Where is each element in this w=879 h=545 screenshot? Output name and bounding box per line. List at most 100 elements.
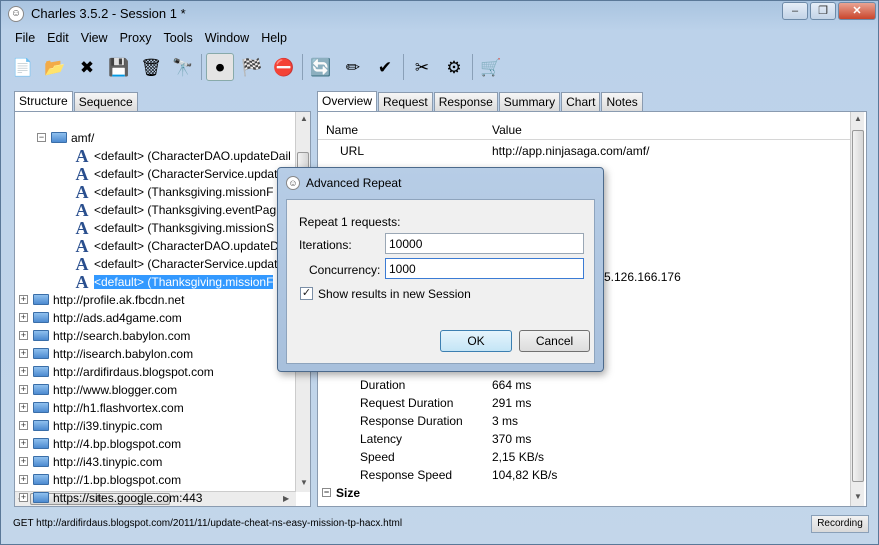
show-results-checkbox[interactable]: ✓ xyxy=(300,287,313,300)
tree-item-amf-request[interactable]: A <default> (CharacterDAO.updateDail xyxy=(73,147,291,165)
scroll-right-icon[interactable]: ▶ xyxy=(283,494,289,503)
tab-chart[interactable]: Chart xyxy=(561,92,601,111)
menu-edit[interactable]: Edit xyxy=(41,31,75,49)
tab-notes[interactable]: Notes xyxy=(601,92,643,111)
open-session-icon[interactable]: 📂 xyxy=(41,53,69,81)
tree-host-label: http://profile.ak.fbcdn.net xyxy=(53,293,185,307)
ok-button[interactable]: OK xyxy=(440,330,512,352)
expand-icon[interactable]: + xyxy=(19,313,28,323)
tree-host[interactable]: + http://1.bp.blogspot.com xyxy=(19,471,181,489)
expand-icon[interactable]: + xyxy=(19,349,28,359)
scroll-down-icon[interactable]: ▼ xyxy=(854,492,862,501)
scroll-up-icon[interactable]: ▲ xyxy=(854,114,862,123)
menu-tools[interactable]: Tools xyxy=(158,31,199,49)
menu-window[interactable]: Window xyxy=(199,31,255,49)
tree-item-amf-request[interactable]: A <default> (Thanksgiving.eventPag xyxy=(73,201,277,219)
recording-status-button[interactable]: Recording xyxy=(811,515,869,533)
menu-view[interactable]: View xyxy=(75,31,114,49)
tree-item-amf-request[interactable]: A <default> (Thanksgiving.missionF xyxy=(73,273,274,291)
tab-response[interactable]: Response xyxy=(433,92,498,111)
validate-icon[interactable]: ✔ xyxy=(371,53,399,81)
minimize-button[interactable]: – xyxy=(782,2,808,20)
tree-host[interactable]: + https://sites.google.com:443 xyxy=(19,489,202,506)
settings-icon[interactable]: ⚙ xyxy=(440,53,468,81)
tab-structure[interactable]: Structure xyxy=(14,91,73,111)
collapse-icon[interactable]: − xyxy=(322,488,331,498)
expand-icon[interactable]: + xyxy=(19,367,28,377)
timing-row-name: Request Duration xyxy=(360,396,454,410)
timing-row-value: 104,82 KB/s xyxy=(492,468,558,482)
tree-host[interactable]: + http://profile.ak.fbcdn.net xyxy=(19,291,184,309)
new-session-icon[interactable]: 📄 xyxy=(9,53,37,81)
folder-icon xyxy=(33,312,49,324)
tree-item-amf-request[interactable]: A <default> (Thanksgiving.missionF xyxy=(73,182,274,202)
column-value-header[interactable]: Value xyxy=(492,123,522,137)
collapse-icon[interactable]: − xyxy=(37,133,46,143)
expand-icon[interactable]: + xyxy=(19,403,28,413)
menu-file[interactable]: File xyxy=(9,31,41,49)
tree-host[interactable]: + http://search.babylon.com xyxy=(19,327,190,345)
expand-icon[interactable]: + xyxy=(19,493,28,503)
tree-host[interactable]: + http://www.blogger.com xyxy=(19,381,177,399)
scroll-down-icon[interactable]: ▼ xyxy=(300,478,308,487)
tree-host[interactable]: + http://4.bp.blogspot.com xyxy=(19,435,181,453)
tree-host-label: http://1.bp.blogspot.com xyxy=(53,473,182,487)
tree-host[interactable]: + http://ardifirdaus.blogspot.com xyxy=(19,363,214,381)
show-results-label[interactable]: Show results in new Session xyxy=(318,287,471,301)
toolbar-separator xyxy=(403,54,404,80)
tab-overview[interactable]: Overview xyxy=(317,91,378,111)
tab-request[interactable]: Request xyxy=(378,92,433,111)
tab-summary[interactable]: Summary xyxy=(498,92,561,111)
charles-app-icon: ☺ xyxy=(8,6,24,22)
breakpoints-icon[interactable]: ⛔ xyxy=(270,53,298,81)
folder-icon xyxy=(33,330,49,342)
grid-scroll-thumb[interactable] xyxy=(852,130,864,482)
shopping-cart-icon[interactable]: 🛒 xyxy=(477,53,505,81)
amf-request-icon: A xyxy=(75,182,89,202)
expand-icon[interactable]: + xyxy=(19,331,28,341)
menu-help[interactable]: Help xyxy=(255,31,293,49)
toolbar-separator xyxy=(201,54,202,80)
tree-item-amf-request[interactable]: A <default> (CharacterDAO.updateD xyxy=(73,237,279,255)
close-window-button[interactable]: ✕ xyxy=(838,2,876,20)
row-size-group[interactable]: − Size xyxy=(322,484,360,502)
expand-icon[interactable]: + xyxy=(19,385,28,395)
column-name-header[interactable]: Name xyxy=(326,123,358,137)
tree-folder-amf[interactable]: − amf/ xyxy=(37,129,94,147)
iterations-input[interactable] xyxy=(385,233,584,254)
cancel-button[interactable]: Cancel xyxy=(519,330,590,352)
tree-host[interactable]: + http://i43.tinypic.com xyxy=(19,453,162,471)
find-icon[interactable]: 🔭 xyxy=(169,53,197,81)
tree-host[interactable]: + http://i39.tinypic.com xyxy=(19,417,162,435)
save-session-icon[interactable]: 💾 xyxy=(105,53,133,81)
menu-proxy[interactable]: Proxy xyxy=(114,31,158,49)
expand-icon[interactable]: + xyxy=(19,295,28,305)
tree-item-amf-request[interactable]: A <default> (CharacterService.updateC xyxy=(73,165,293,183)
timing-row-value: 664 ms xyxy=(492,378,532,392)
expand-icon[interactable]: + xyxy=(19,421,28,431)
iterations-label: Iterations: xyxy=(299,238,352,252)
maximize-button[interactable]: ❐ xyxy=(810,2,836,20)
tree-host[interactable]: + http://h1.flashvortex.com xyxy=(19,399,184,417)
grid-vertical-scrollbar[interactable]: ▲ ▼ xyxy=(850,112,864,506)
tools-icon[interactable]: ✂ xyxy=(408,53,436,81)
edit-icon[interactable]: ✏ xyxy=(339,53,367,81)
close-session-icon[interactable]: ✖ xyxy=(73,53,101,81)
scroll-up-icon[interactable]: ▲ xyxy=(300,114,308,123)
title-bar: ☺ Charles 3.5.2 - Session 1 * – ❐ ✕ xyxy=(1,1,878,27)
tree-item-amf-request[interactable]: A <default> (CharacterService.updat xyxy=(73,255,278,273)
tree-host[interactable]: + http://ads.ad4game.com xyxy=(19,309,182,327)
record-icon[interactable]: ⏺ xyxy=(206,53,234,81)
repeat-icon[interactable]: 🔄 xyxy=(307,53,335,81)
concurrency-input[interactable] xyxy=(385,258,584,279)
tree-host[interactable]: + http://isearch.babylon.com xyxy=(19,345,193,363)
tab-sequence[interactable]: Sequence xyxy=(73,92,138,111)
tree-item-amf-request[interactable]: A <default> (Thanksgiving.missionS xyxy=(73,219,275,237)
menu-bar: File Edit View Proxy Tools Window Help xyxy=(9,31,293,49)
expand-icon[interactable]: + xyxy=(19,475,28,485)
expand-icon[interactable]: + xyxy=(19,457,28,467)
clear-session-icon[interactable]: 🗑 xyxy=(137,53,165,81)
expand-icon[interactable]: + xyxy=(19,439,28,449)
folder-icon xyxy=(33,384,49,396)
throttle-icon[interactable]: 🏁 xyxy=(238,53,266,81)
